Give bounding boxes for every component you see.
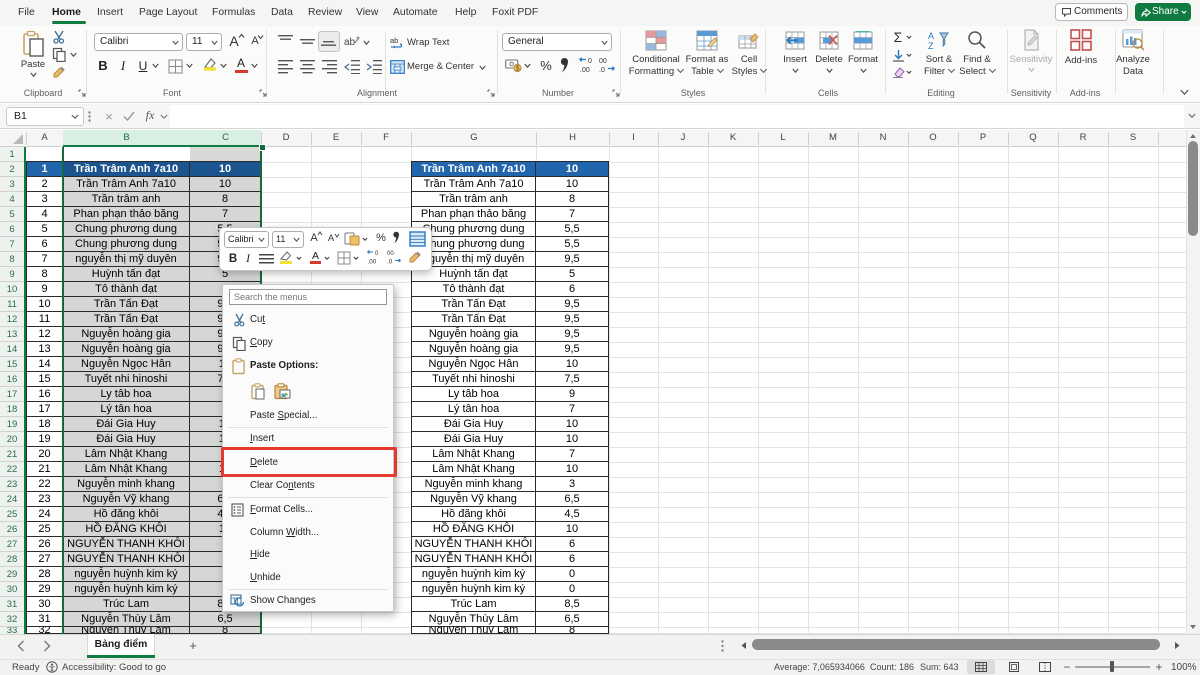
svg-text:ab: ab: [390, 36, 398, 45]
svg-text:00: 00: [599, 58, 607, 65]
svg-text:$: $: [516, 66, 520, 73]
svg-text:ab: ab: [344, 37, 356, 48]
svg-text:.0: .0: [599, 67, 605, 73]
svg-text:A: A: [928, 31, 934, 41]
svg-text:.00: .00: [580, 67, 590, 73]
svg-text:0: 0: [375, 251, 379, 257]
svg-text:Z: Z: [928, 41, 934, 50]
svg-text:.0: .0: [387, 259, 393, 266]
svg-text:0: 0: [588, 58, 592, 65]
svg-text:00: 00: [387, 251, 394, 257]
svg-text:.00: .00: [368, 259, 377, 266]
